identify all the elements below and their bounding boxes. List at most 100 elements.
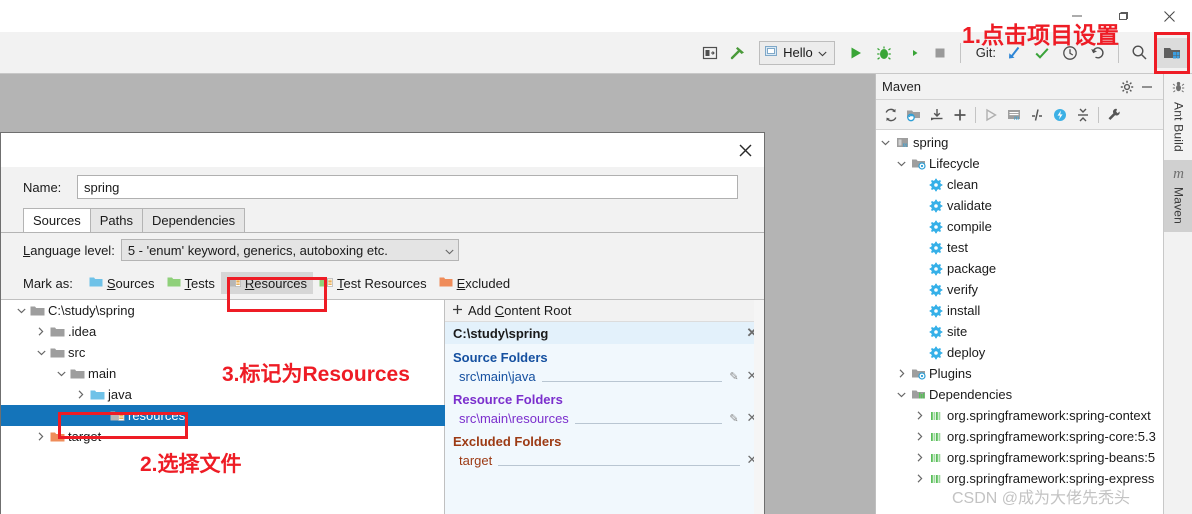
- maven-toolbar: m: [876, 100, 1163, 130]
- tab-dependencies[interactable]: Dependencies: [141, 208, 246, 232]
- mark-as-sources-label: Sources: [106, 275, 155, 291]
- chevron-down-icon[interactable]: [894, 392, 909, 398]
- run-icon[interactable]: [843, 40, 869, 66]
- chevron-down-icon[interactable]: [54, 371, 68, 377]
- toggle-skip-tests-icon[interactable]: [1026, 104, 1048, 126]
- edit-pencil-icon[interactable]: ✎: [728, 412, 740, 425]
- maven-tree-row[interactable]: org.springframework:spring-context: [876, 405, 1163, 426]
- maven-tree-row[interactable]: clean: [876, 174, 1163, 195]
- stop-icon[interactable]: [927, 40, 953, 66]
- maven-tree-row[interactable]: org.springframework:spring-beans:5: [876, 447, 1163, 468]
- maven-tree-row[interactable]: install: [876, 300, 1163, 321]
- language-level-combo[interactable]: 5 - 'enum' keyword, generics, autoboxing…: [120, 239, 459, 261]
- maven-tree-row[interactable]: m spring: [876, 132, 1163, 153]
- maven-tree-row[interactable]: Lifecycle: [876, 153, 1163, 174]
- goal-gear-icon: [927, 262, 945, 276]
- chevron-right-icon[interactable]: [894, 369, 909, 378]
- dialog-title-bar: [1, 133, 764, 167]
- add-content-root-button[interactable]: Add Content Root: [445, 300, 764, 322]
- debug-icon[interactable]: [871, 40, 897, 66]
- folder-gray-icon: [48, 347, 67, 359]
- close-icon[interactable]: [1146, 0, 1192, 32]
- maven-settings-wrench-icon[interactable]: [1103, 104, 1125, 126]
- reimport-icon[interactable]: [903, 104, 925, 126]
- add-content-root-label: Add Content Root: [468, 303, 572, 318]
- folder-gray-icon: [48, 326, 67, 338]
- restore-layout-icon[interactable]: [697, 40, 723, 66]
- library-icon: [927, 472, 945, 486]
- resource-folder-item[interactable]: src\main\resources ✎ ✕: [445, 408, 764, 428]
- maven-tree-row[interactable]: test: [876, 237, 1163, 258]
- content-root-path-row[interactable]: C:\study\spring ✕: [445, 322, 764, 344]
- maven-tree-row[interactable]: validate: [876, 195, 1163, 216]
- chevron-down-icon[interactable]: [14, 308, 28, 314]
- side-tab-maven[interactable]: m Maven: [1164, 159, 1192, 232]
- chevron-right-icon[interactable]: [912, 453, 927, 462]
- maven-tree-row[interactable]: verify: [876, 279, 1163, 300]
- project-structure-icon[interactable]: [1157, 37, 1187, 68]
- maven-tree-row[interactable]: site: [876, 321, 1163, 342]
- reload-all-icon[interactable]: [880, 104, 902, 126]
- annotation-step-3: 3.标记为Resources: [222, 363, 410, 386]
- chevron-right-icon[interactable]: [912, 411, 927, 420]
- collapse-all-icon[interactable]: [1072, 104, 1094, 126]
- dialog-close-icon[interactable]: [732, 137, 758, 163]
- csdn-watermark: CSDN @成为大佬先秃头: [952, 490, 1131, 507]
- tree-row-resources[interactable]: resources: [1, 405, 445, 426]
- chevron-right-icon[interactable]: [34, 432, 48, 441]
- maven-tree-row[interactable]: compile: [876, 216, 1163, 237]
- goal-gear-icon: [927, 283, 945, 297]
- chevron-right-icon[interactable]: [74, 390, 88, 399]
- tab-sources[interactable]: Sources: [23, 208, 91, 232]
- download-sources-icon[interactable]: [926, 104, 948, 126]
- side-tab-ant-build[interactable]: Ant Build: [1164, 74, 1192, 160]
- maven-tree-row[interactable]: package: [876, 258, 1163, 279]
- maven-tree-label: verify: [947, 282, 979, 297]
- run-with-coverage-icon[interactable]: [899, 40, 925, 66]
- execute-maven-goal-icon[interactable]: m: [1003, 104, 1025, 126]
- tree-row-target[interactable]: target: [1, 426, 444, 447]
- content-roots-scrollbar[interactable]: [754, 300, 764, 514]
- maven-tree-row[interactable]: deploy: [876, 342, 1163, 363]
- mark-as-sources-button[interactable]: Sources: [83, 272, 161, 294]
- chevron-down-icon[interactable]: [894, 161, 909, 167]
- maven-tree-label: org.springframework:spring-core:5.3: [947, 429, 1156, 444]
- mark-as-test-resources-button[interactable]: Test Resources: [313, 272, 433, 294]
- maven-title: Maven: [882, 79, 922, 94]
- mark-as-excluded-button[interactable]: Excluded: [433, 272, 516, 294]
- maven-tree-row[interactable]: Dependencies: [876, 384, 1163, 405]
- module-name-input[interactable]: spring: [77, 175, 738, 199]
- search-icon[interactable]: [1126, 40, 1152, 66]
- svg-text:m: m: [902, 141, 907, 149]
- chevron-right-icon[interactable]: [912, 432, 927, 441]
- add-icon[interactable]: [949, 104, 971, 126]
- run-icon[interactable]: [980, 104, 1002, 126]
- gear-icon[interactable]: [1117, 77, 1137, 97]
- maven-tree-label: clean: [947, 177, 979, 192]
- chevron-down-icon[interactable]: [818, 45, 827, 60]
- chevron-down-icon[interactable]: [878, 140, 893, 146]
- edit-pencil-icon[interactable]: ✎: [728, 370, 740, 383]
- chevron-right-icon[interactable]: [912, 474, 927, 483]
- folder-gray-icon: [68, 368, 87, 380]
- chevron-right-icon[interactable]: [34, 327, 48, 336]
- maven-tree-row[interactable]: Plugins: [876, 363, 1163, 384]
- excluded-folder-item[interactable]: target ✕: [445, 450, 764, 470]
- tab-paths[interactable]: Paths: [89, 208, 143, 232]
- module-folder-tree: C:\study\spring .idea src main java reso…: [1, 300, 445, 514]
- run-configuration-selector[interactable]: Hello: [759, 40, 835, 65]
- maven-tree-row[interactable]: org.springframework:spring-core:5.3: [876, 426, 1163, 447]
- source-folder-item[interactable]: src\main\java ✎ ✕: [445, 366, 764, 386]
- tree-row-idea[interactable]: .idea: [1, 321, 444, 342]
- tree-row-project-root[interactable]: C:\study\spring: [1, 300, 444, 321]
- maven-tree-label: spring: [913, 135, 949, 150]
- chevron-down-icon[interactable]: [34, 350, 48, 356]
- mark-as-tests-button[interactable]: Tests: [161, 272, 221, 294]
- run-config-label: Hello: [783, 45, 813, 60]
- build-hammer-icon[interactable]: [725, 40, 751, 66]
- hide-icon[interactable]: [1137, 77, 1157, 97]
- mark-as-resources-button[interactable]: Resources: [220, 272, 314, 294]
- toggle-offline-icon[interactable]: [1049, 104, 1071, 126]
- toolbar-divider: [959, 42, 961, 63]
- chevron-down-icon[interactable]: [445, 243, 454, 258]
